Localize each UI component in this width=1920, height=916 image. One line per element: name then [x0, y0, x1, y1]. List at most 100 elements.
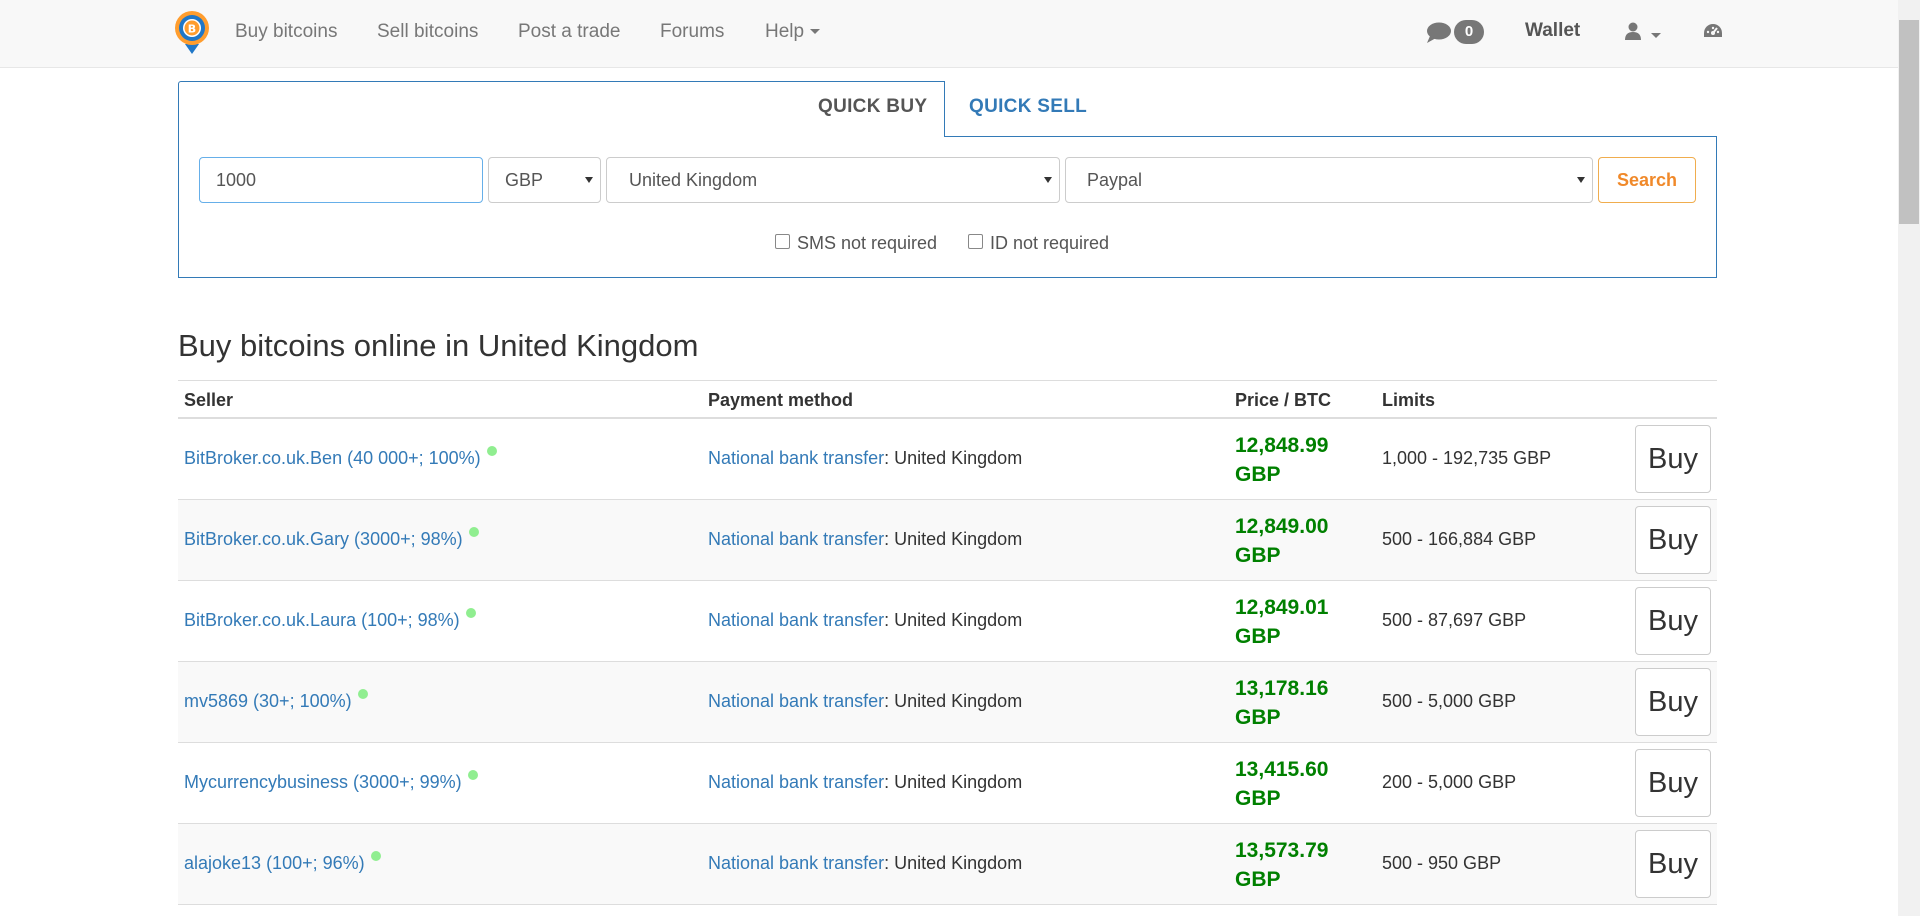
dashboard-icon[interactable] — [1703, 23, 1723, 46]
table-header: Seller Payment method Price / BTC Limits — [178, 380, 1717, 419]
seller-link[interactable]: Mycurrencybusiness (3000+; 99%) — [184, 770, 478, 793]
nav-forums[interactable]: Forums — [660, 20, 724, 44]
currency-select[interactable]: GBP — [488, 157, 601, 203]
price-cell: 12,848.99 GBP — [1235, 431, 1355, 489]
payment-method-cell: National bank transfer: United Kingdom — [708, 529, 1022, 550]
payment-method-link[interactable]: National bank transfer — [708, 853, 884, 873]
limits-cell: 1,000 - 192,735 GBP — [1382, 448, 1552, 468]
limits-cell: 500 - 950 GBP — [1382, 853, 1502, 873]
price-value: 13,573.79 — [1235, 839, 1329, 862]
seller-link[interactable]: BitBroker.co.uk.Laura (100+; 98%) — [184, 608, 476, 631]
header-payment-method: Payment method — [708, 390, 854, 410]
user-icon — [1625, 22, 1645, 44]
header-limits: Limits — [1382, 390, 1436, 410]
buy-button[interactable]: Buy — [1635, 749, 1711, 817]
payment-location: : United Kingdom — [884, 691, 1023, 711]
online-status-icon — [370, 851, 381, 861]
table-row: alajoke13 (100+; 96%) National bank tran… — [178, 824, 1717, 905]
price-cell: 12,849.00 GBP — [1235, 512, 1355, 570]
buy-button[interactable]: Buy — [1635, 668, 1711, 736]
payment-method-link[interactable]: National bank transfer — [708, 529, 884, 549]
nav-post-a-trade[interactable]: Post a trade — [518, 20, 620, 44]
navbar: B Buy bitcoins Sell bitcoins Post a trad… — [0, 0, 1898, 68]
buy-button[interactable]: Buy — [1635, 506, 1711, 574]
limits-cell: 200 - 5,000 GBP — [1382, 772, 1517, 792]
nav-wallet[interactable]: Wallet — [1525, 20, 1580, 42]
price-currency: GBP — [1235, 544, 1281, 567]
sms-not-required-label: SMS not required — [797, 233, 938, 253]
tab-quick-buy[interactable]: QUICK BUY — [818, 96, 927, 118]
dropdown-arrow-icon — [1044, 177, 1052, 183]
page-title: Buy bitcoins online in United Kingdom — [178, 328, 699, 363]
online-status-icon — [486, 446, 497, 456]
seller-link[interactable]: BitBroker.co.uk.Gary (3000+; 98%) — [184, 527, 479, 550]
payment-method-link[interactable]: National bank transfer — [708, 448, 884, 468]
table-row: BitBroker.co.uk.Gary (3000+; 98%) Nation… — [178, 500, 1717, 581]
page-scrollbar-thumb[interactable] — [1899, 20, 1919, 224]
online-status-icon — [465, 608, 476, 618]
payment-location: : United Kingdom — [884, 853, 1023, 873]
nav-buy-bitcoins[interactable]: Buy bitcoins — [235, 20, 337, 44]
payment-location: : United Kingdom — [884, 610, 1023, 630]
table-row: BitBroker.co.uk.Laura (100+; 98%) Nation… — [178, 581, 1717, 662]
limits-cell: 500 - 5,000 GBP — [1382, 691, 1517, 711]
payment-method-cell: National bank transfer: United Kingdom — [708, 691, 1022, 712]
buy-button[interactable]: Buy — [1635, 830, 1711, 898]
payment-method-cell: National bank transfer: United Kingdom — [708, 853, 1022, 874]
payment-location: : United Kingdom — [884, 448, 1023, 468]
limits-cell: 500 - 166,884 GBP — [1382, 529, 1537, 549]
price-value: 13,415.60 — [1235, 758, 1329, 781]
seller-link[interactable]: BitBroker.co.uk.Ben (40 000+; 100%) — [184, 446, 497, 469]
seller-name: BitBroker.co.uk.Gary (3000+; 98%) — [184, 529, 463, 549]
svg-text:B: B — [188, 23, 196, 36]
payment-method-link[interactable]: National bank transfer — [708, 610, 884, 630]
sms-not-required-option[interactable]: SMS not required — [775, 232, 937, 254]
online-status-icon — [468, 527, 479, 537]
seller-name: Mycurrencybusiness (3000+; 99%) — [184, 772, 462, 792]
payment-method-cell: National bank transfer: United Kingdom — [708, 448, 1022, 469]
seller-name: mv5869 (30+; 100%) — [184, 691, 352, 711]
search-button[interactable]: Search — [1598, 157, 1696, 203]
price-cell: 13,573.79 GBP — [1235, 836, 1355, 894]
price-value: 12,849.01 — [1235, 596, 1329, 619]
chevron-down-icon — [1651, 33, 1662, 39]
price-cell: 13,178.16 GBP — [1235, 674, 1355, 732]
price-cell: 13,415.60 GBP — [1235, 755, 1355, 813]
table-row: Mycurrencybusiness (3000+; 99%) National… — [178, 743, 1717, 824]
payment-method-cell: National bank transfer: United Kingdom — [708, 610, 1022, 631]
currency-select-value: GBP — [505, 170, 544, 190]
seller-link[interactable]: alajoke13 (100+; 96%) — [184, 851, 381, 874]
online-status-icon — [467, 770, 478, 780]
localbitcoins-logo-icon[interactable]: B — [173, 10, 211, 54]
amount-input[interactable]: 1000 — [199, 157, 483, 203]
id-not-required-label: ID not required — [990, 233, 1110, 253]
header-price: Price / BTC — [1235, 390, 1332, 410]
user-menu-dropdown[interactable] — [1625, 22, 1662, 45]
price-value: 13,178.16 — [1235, 677, 1329, 700]
payment-method-link[interactable]: National bank transfer — [708, 691, 884, 711]
limits-cell: 500 - 87,697 GBP — [1382, 610, 1527, 630]
seller-name: BitBroker.co.uk.Ben (40 000+; 100%) — [184, 448, 481, 468]
payment-method-select[interactable]: Paypal — [1065, 157, 1593, 203]
id-not-required-checkbox[interactable] — [968, 233, 983, 249]
country-select-value: United Kingdom — [629, 170, 758, 190]
dropdown-arrow-icon — [1577, 177, 1585, 183]
tab-quick-sell[interactable]: QUICK SELL — [969, 96, 1087, 118]
message-count-badge[interactable]: 0 — [1454, 20, 1484, 44]
price-currency: GBP — [1235, 706, 1281, 729]
chat-bubble-icon[interactable] — [1426, 22, 1452, 49]
price-value: 12,849.00 — [1235, 515, 1329, 538]
buy-button[interactable]: Buy — [1635, 425, 1711, 493]
offers-table: Seller Payment method Price / BTC Limits… — [178, 380, 1717, 905]
seller-link[interactable]: mv5869 (30+; 100%) — [184, 689, 368, 712]
buy-button[interactable]: Buy — [1635, 587, 1711, 655]
payment-method-link[interactable]: National bank transfer — [708, 772, 884, 792]
nav-help[interactable]: Help — [765, 20, 821, 44]
country-select[interactable]: United Kingdom — [606, 157, 1060, 203]
nav-sell-bitcoins[interactable]: Sell bitcoins — [377, 20, 478, 44]
price-currency: GBP — [1235, 463, 1281, 486]
table-row: mv5869 (30+; 100%) National bank transfe… — [178, 662, 1717, 743]
id-not-required-option[interactable]: ID not required — [968, 232, 1109, 254]
sms-not-required-checkbox[interactable] — [775, 233, 790, 249]
chevron-down-icon — [810, 29, 821, 35]
